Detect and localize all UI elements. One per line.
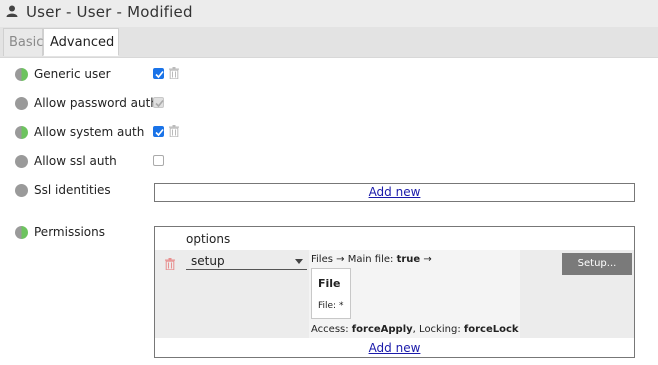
access-value: forceApply: [351, 324, 413, 335]
chevron-down-icon: [295, 259, 303, 264]
permission-path-panel: Files → Main file: true → File File: * A…: [309, 250, 520, 338]
tab-basic[interactable]: Basic: [3, 28, 43, 56]
file-card-title: File: [318, 277, 341, 290]
permissions-add-row: Add new: [155, 340, 634, 357]
ssl-identities-add-new-link[interactable]: Add new: [369, 185, 421, 199]
status-indicator: [15, 126, 28, 139]
permission-path: Files → Main file: true →: [311, 254, 432, 265]
tab-bar: Basic Advanced: [0, 27, 658, 58]
field-label: Generic user: [34, 67, 111, 81]
allow-password-auth-checkbox: [153, 97, 164, 108]
permission-entry: setup Files → Main file: true → File Fil…: [155, 250, 634, 338]
options-label: options: [186, 232, 231, 246]
allow-ssl-auth-checkbox[interactable]: [153, 155, 164, 166]
field-label: Permissions: [34, 225, 105, 239]
window-title: User - User - Modified: [26, 3, 193, 21]
trash-icon[interactable]: [169, 125, 179, 137]
generic-user-checkbox[interactable]: [153, 68, 164, 79]
arrow-right-icon: →: [336, 254, 345, 265]
status-indicator: [15, 226, 28, 239]
access-locking-line: Access: forceApply, Locking: forceLock: [311, 324, 519, 335]
path-value: true: [396, 254, 421, 265]
trash-icon[interactable]: [169, 67, 179, 79]
field-label: Allow password auth: [34, 96, 158, 110]
status-indicator: [15, 68, 28, 81]
permission-type-select[interactable]: setup: [186, 253, 307, 270]
path-main-file: Main file:: [347, 254, 394, 265]
setup-button[interactable]: Setup...: [562, 253, 632, 275]
select-value: setup: [191, 254, 225, 268]
file-card[interactable]: File File: *: [311, 268, 351, 319]
path-files: Files: [311, 254, 333, 265]
ssl-identities-list: Add new: [154, 183, 635, 202]
allow-system-auth-checkbox[interactable]: [153, 126, 164, 137]
arrow-right-icon: →: [423, 254, 432, 265]
field-label: Allow ssl auth: [34, 154, 117, 168]
field-label: Allow system auth: [34, 125, 145, 139]
locking-label: Locking:: [419, 324, 461, 335]
locking-value: forceLock: [463, 324, 519, 335]
separator: ,: [412, 324, 416, 335]
trash-icon[interactable]: [165, 258, 175, 270]
file-card-subtitle: File: *: [318, 301, 344, 311]
field-label: Ssl identities: [34, 183, 111, 197]
tab-advanced[interactable]: Advanced: [43, 28, 119, 56]
title-bar: User - User - Modified: [0, 0, 658, 27]
status-indicator: [15, 184, 28, 197]
access-label: Access:: [311, 324, 349, 335]
status-indicator: [15, 155, 28, 168]
permissions-list: options setup Files → Main file: true → …: [154, 226, 635, 358]
permissions-add-new-link[interactable]: Add new: [369, 341, 421, 355]
status-indicator: [15, 97, 28, 110]
user-icon: [5, 4, 19, 18]
